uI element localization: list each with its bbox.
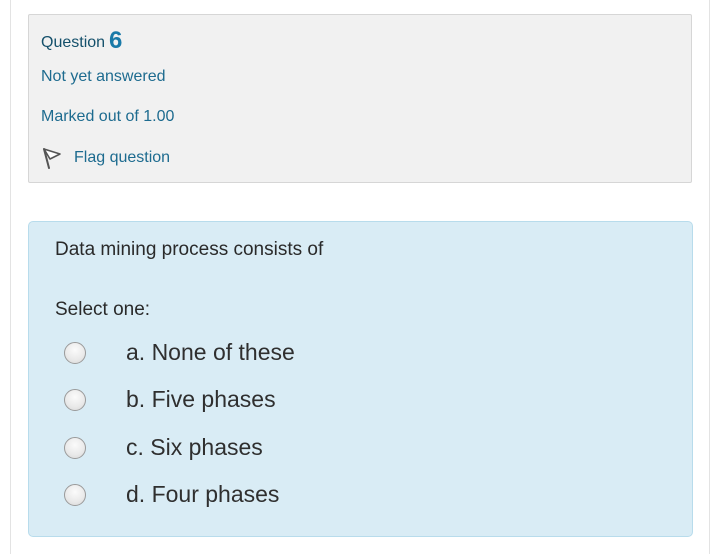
answer-option-label[interactable]: d. Four phases — [126, 481, 279, 508]
question-info-panel: Question 6 Not yet answered Marked out of… — [28, 14, 692, 183]
answer-option-label[interactable]: b. Five phases — [126, 386, 276, 413]
radio-unchecked-icon[interactable] — [64, 341, 86, 364]
answer-option-c[interactable]: c. Six phases — [64, 434, 263, 461]
radio-unchecked-icon[interactable] — [64, 388, 86, 411]
question-text: Data mining process consists of — [55, 239, 324, 260]
question-state: Not yet answered — [41, 68, 166, 85]
radio-unchecked-icon[interactable] — [64, 436, 86, 459]
answer-option-label[interactable]: c. Six phases — [126, 434, 263, 461]
flag-icon — [41, 147, 63, 169]
select-one-prompt: Select one: — [55, 299, 151, 320]
radio-unchecked-icon[interactable] — [64, 483, 86, 506]
question-grade: Marked out of 1.00 — [41, 108, 175, 125]
question-content-panel: Data mining process consists of Select o… — [28, 221, 693, 537]
question-title: Question 6 — [41, 27, 122, 55]
question-title-label: Question — [41, 34, 106, 51]
answer-option-b[interactable]: b. Five phases — [64, 386, 276, 413]
quiz-page: Question 6 Not yet answered Marked out of… — [0, 0, 720, 554]
answer-option-a[interactable]: a. None of these — [64, 339, 295, 366]
flag-question-label: Flag question — [74, 149, 171, 166]
question-number: 6 — [109, 27, 123, 54]
flag-question-link[interactable]: Flag question — [41, 147, 170, 169]
answer-option-label[interactable]: a. None of these — [126, 339, 295, 366]
answer-option-d[interactable]: d. Four phases — [64, 481, 279, 508]
